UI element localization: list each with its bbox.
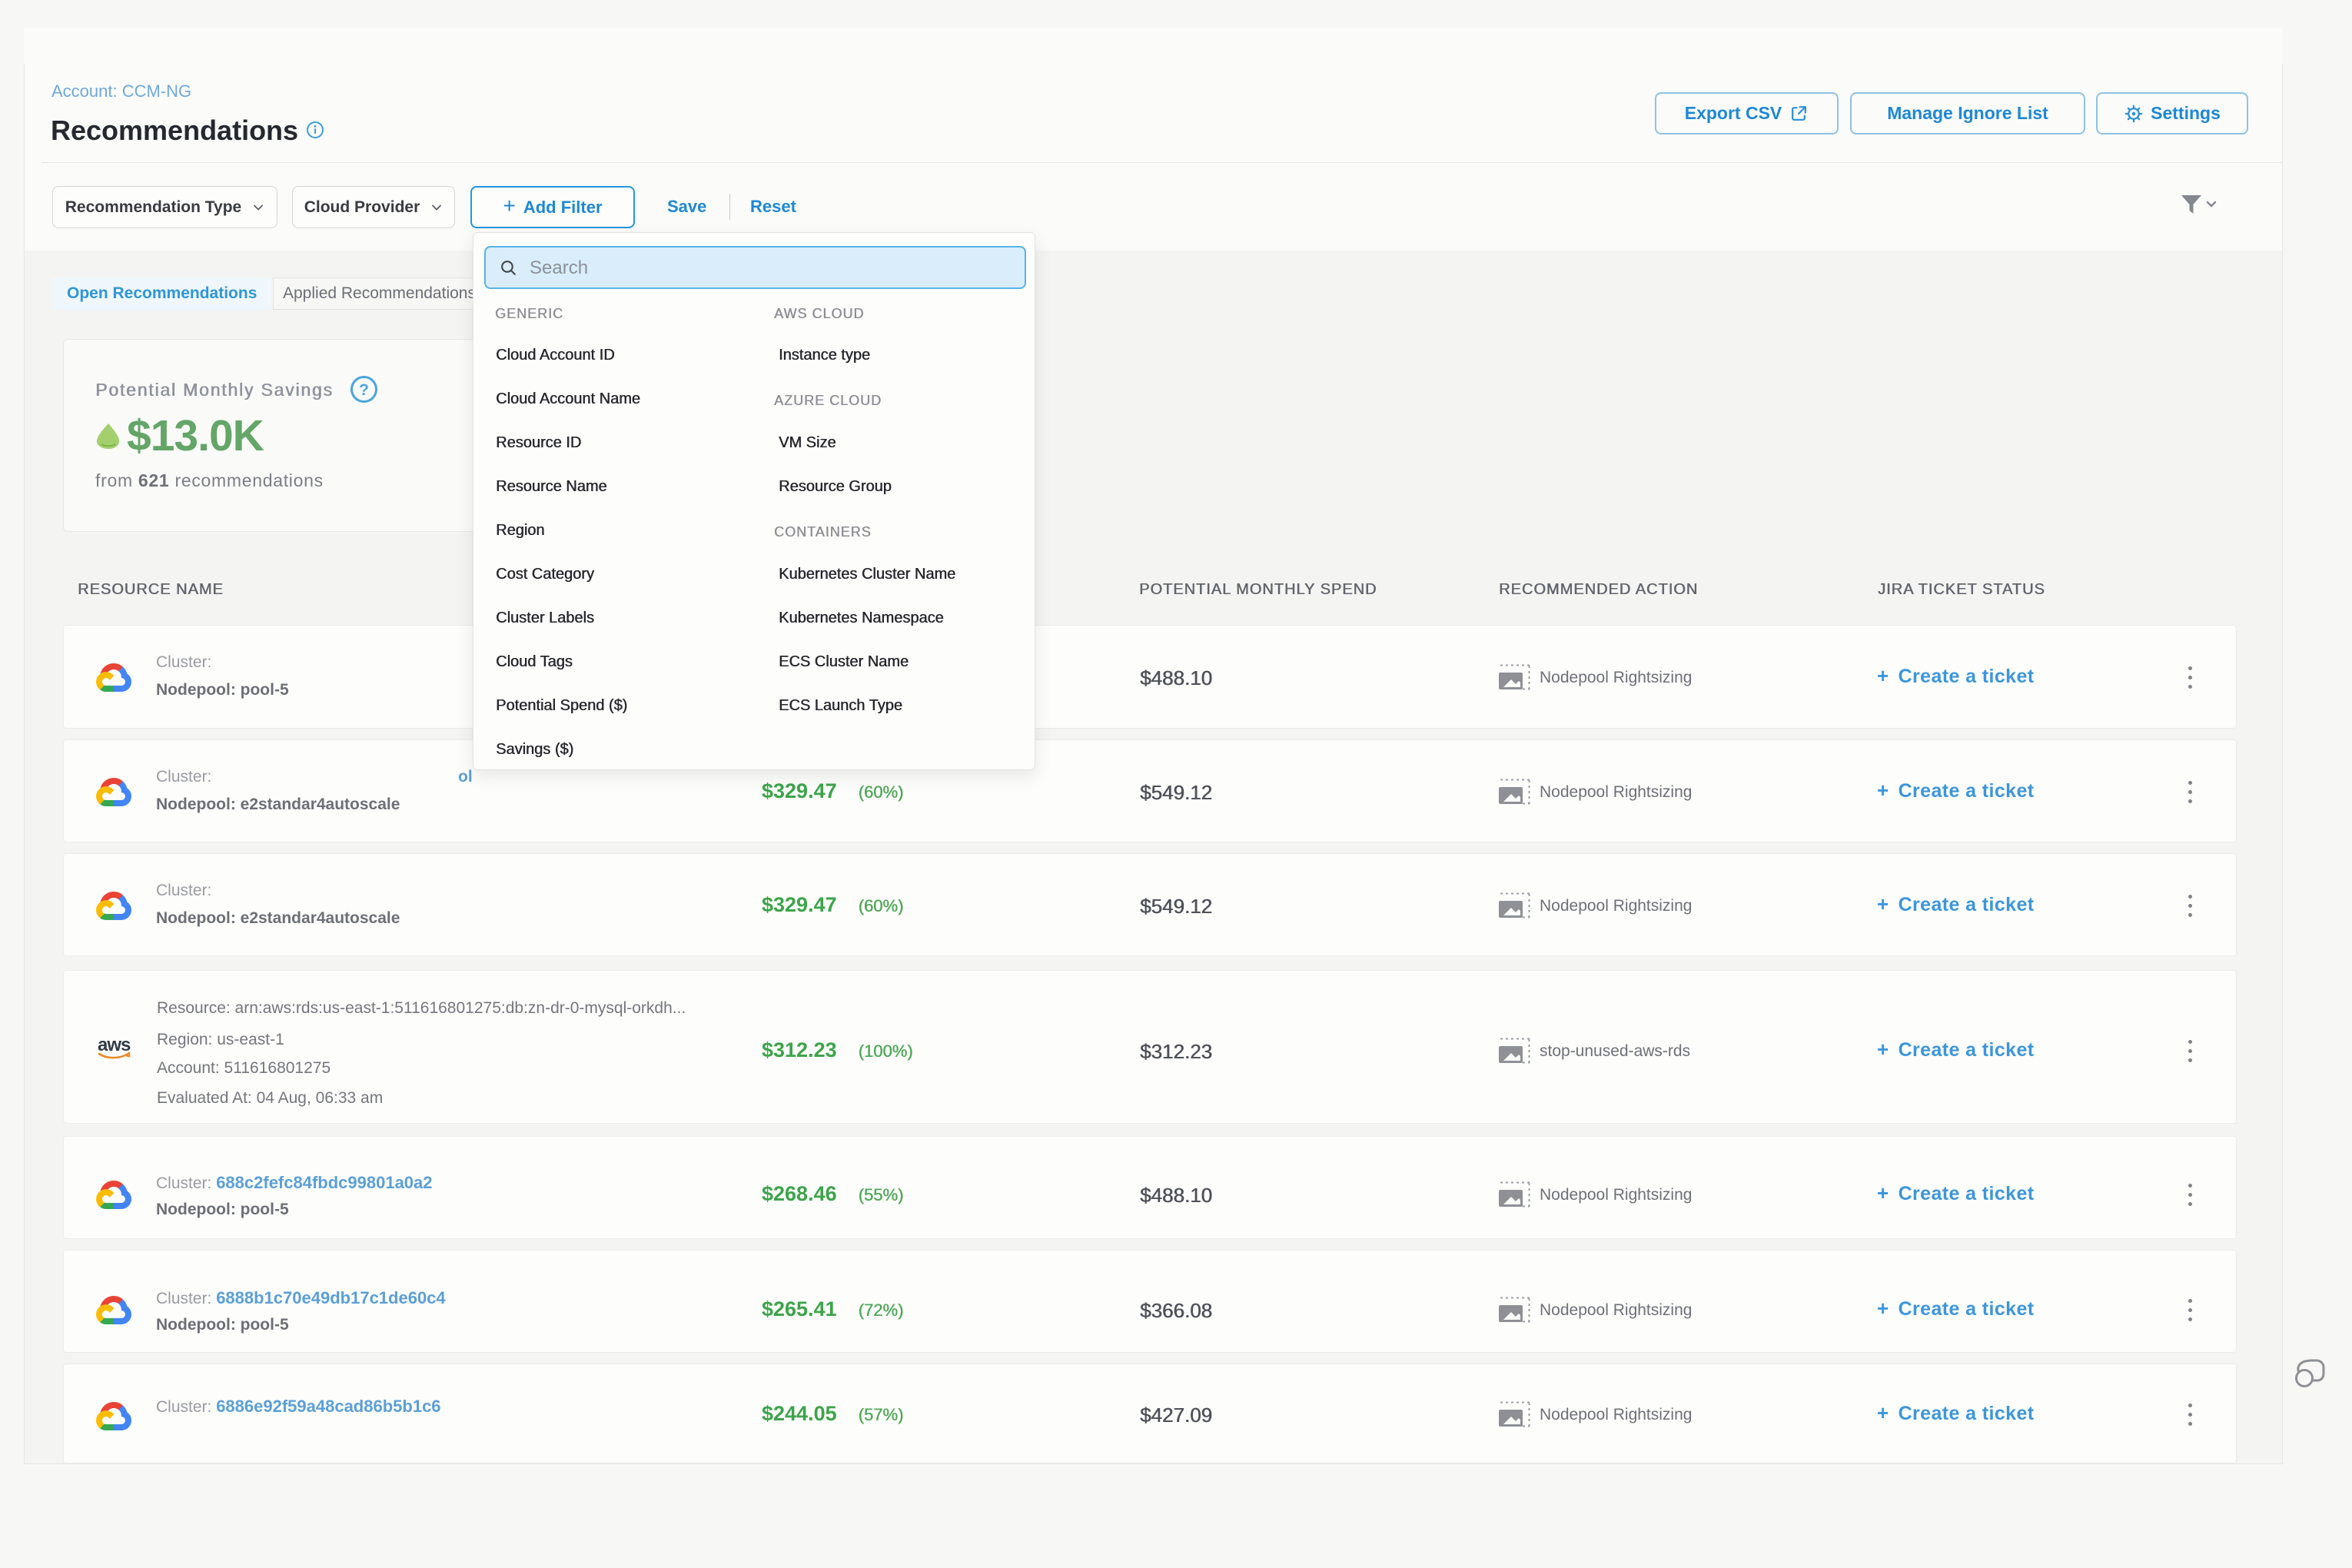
svg-text:?: ? (359, 381, 369, 399)
